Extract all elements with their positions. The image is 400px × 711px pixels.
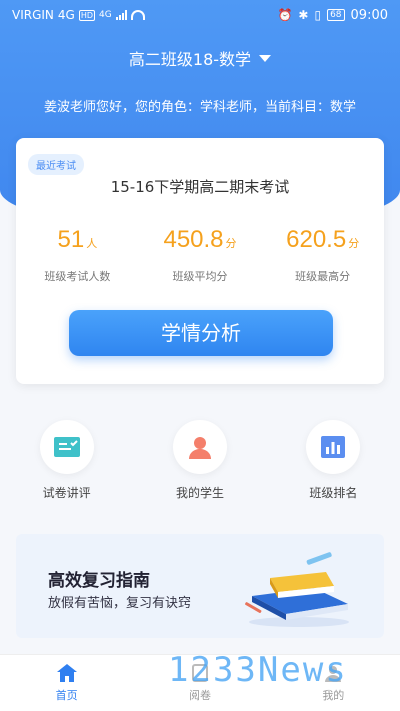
banner-title: 高效复习指南: [48, 571, 150, 591]
tab-home[interactable]: 首页: [0, 655, 133, 711]
review-guide-banner[interactable]: 高效复习指南 放假有苦恼，复习有诀窍: [16, 534, 384, 638]
stat-unit: 分: [225, 237, 237, 250]
battery-level: 68: [330, 10, 342, 20]
exam-stats: 51 人 班级考试人数 450.8 分 班级平均分 620.5 分 班级最高分: [16, 226, 384, 284]
vibrate-icon: ▯: [314, 8, 322, 22]
feature-label: 试卷讲评: [42, 486, 91, 500]
network-type: 4G: [57, 8, 75, 22]
stat-label: 班级最高分: [295, 270, 351, 283]
carrier-name: VIRGIN: [12, 8, 54, 22]
stat-highest-score: 620.5 分 班级最高分: [261, 226, 384, 284]
bluetooth-icon: ✱: [298, 8, 309, 22]
stat-label: 班级平均分: [172, 270, 228, 283]
recent-exam-card: 最近考试 15-16下学期高二期末考试 51 人 班级考试人数 450.8 分 班级…: [16, 138, 384, 384]
stat-unit: 分: [348, 237, 360, 250]
wifi-icon: [130, 10, 145, 20]
network-type-2: 4G: [99, 10, 112, 20]
analysis-button[interactable]: 学情分析: [69, 310, 333, 356]
teacher-greeting: 姜波老师您好，您的角色：学科老师，当前科目：数学: [43, 100, 356, 115]
battery-icon: 68: [327, 9, 345, 21]
alarm-icon: ⏰: [277, 8, 293, 22]
books-illustration: [245, 552, 349, 627]
status-bar: VIRGIN 4G HD 4G ⏰ ✱ ▯ 68 09:00: [0, 0, 400, 30]
chevron-down-icon: [259, 54, 272, 62]
feature-label: 班级排名: [309, 486, 358, 500]
stat-value: 450.8: [163, 226, 224, 253]
exam-name: 15-16下学期高二期末考试: [110, 178, 290, 196]
stat-label: 班级考试人数: [44, 270, 111, 283]
exam-review-icon: [39, 420, 94, 474]
ranking-icon: [306, 420, 361, 474]
feature-my-students[interactable]: 我的学生: [133, 420, 266, 501]
signal-icon: [115, 10, 127, 20]
banner-subtitle: 放假有苦恼，复习有诀窍: [48, 596, 192, 611]
stat-value: 620.5: [286, 226, 347, 253]
class-selector[interactable]: 高二班级18-数学: [0, 46, 400, 70]
recent-exam-badge: 最近考试: [28, 154, 84, 175]
student-icon: [172, 420, 227, 474]
feature-grid: 试卷讲评 我的学生 班级排名: [0, 420, 400, 501]
stat-student-count: 51 人 班级考试人数: [16, 226, 139, 284]
feature-class-ranking[interactable]: 班级排名: [267, 420, 400, 501]
home-icon: [56, 664, 77, 682]
clock: 09:00: [350, 7, 388, 23]
feature-label: 我的学生: [175, 486, 224, 500]
hd-badge: HD: [78, 9, 96, 21]
watermark-logo: 1233News: [168, 650, 348, 690]
stat-value: 51: [57, 226, 85, 253]
stat-average-score: 450.8 分 班级平均分: [139, 226, 262, 284]
class-name: 高二班级18-数学: [128, 50, 252, 69]
feature-exam-review[interactable]: 试卷讲评: [0, 420, 133, 501]
tab-label: 首页: [55, 689, 78, 702]
stat-unit: 人: [86, 237, 98, 250]
